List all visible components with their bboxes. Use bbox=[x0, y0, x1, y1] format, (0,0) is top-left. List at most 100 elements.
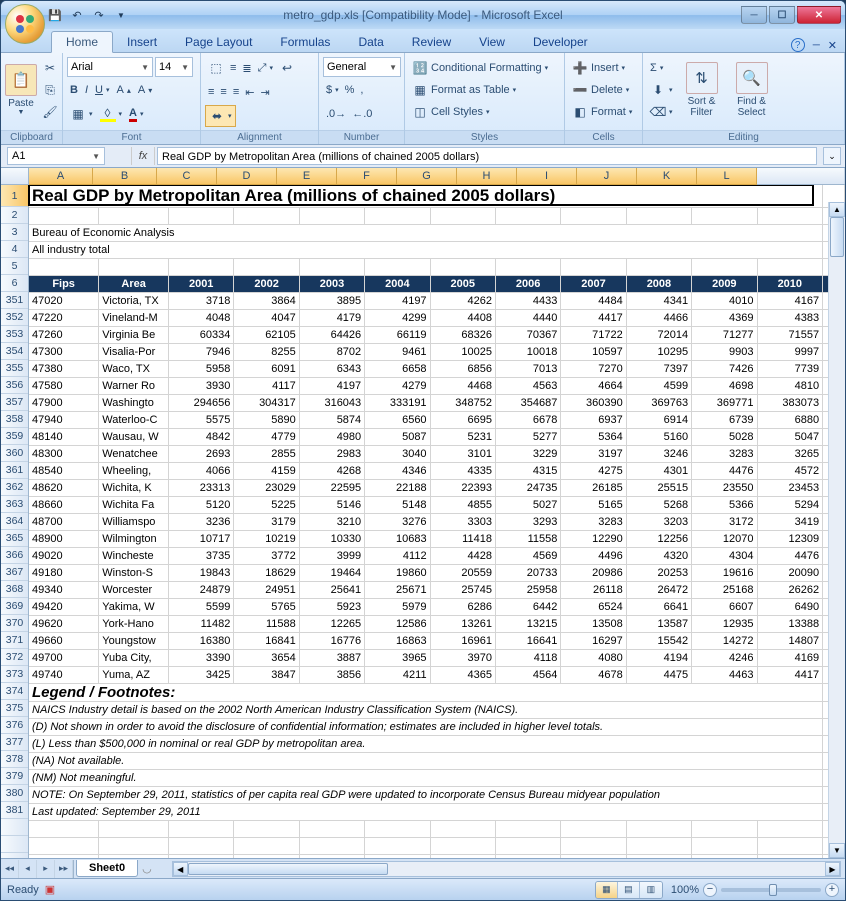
data-cell[interactable]: 20733 bbox=[495, 564, 560, 581]
data-cell[interactable]: 6524 bbox=[561, 598, 626, 615]
row-header[interactable]: 378 bbox=[1, 751, 28, 768]
cut-button[interactable]: ✂ bbox=[39, 57, 61, 79]
data-cell[interactable]: 4484 bbox=[561, 292, 626, 309]
sort-filter-button[interactable]: ⇅ Sort & Filter bbox=[678, 57, 726, 123]
formula-bar[interactable]: Real GDP by Metropolitan Area (millions … bbox=[157, 147, 817, 165]
table-header[interactable]: 2009 bbox=[692, 275, 757, 292]
row-header[interactable]: 362 bbox=[1, 479, 28, 496]
data-cell[interactable]: 6880 bbox=[757, 411, 823, 428]
data-cell[interactable]: 25168 bbox=[692, 581, 757, 598]
data-cell[interactable]: 13587 bbox=[626, 615, 691, 632]
data-cell[interactable]: 5165 bbox=[561, 496, 626, 513]
page-break-view-button[interactable]: ▥ bbox=[640, 882, 662, 898]
data-cell[interactable]: 3040 bbox=[365, 445, 430, 462]
data-cell[interactable]: Visalia-Por bbox=[99, 343, 169, 360]
data-cell[interactable]: 5047 bbox=[757, 428, 823, 445]
row-header[interactable]: 4 bbox=[1, 241, 28, 258]
sheet-tab-sheet0[interactable]: Sheet0 bbox=[76, 860, 138, 877]
data-cell[interactable]: Winston-S bbox=[99, 564, 169, 581]
data-cell[interactable]: 4262 bbox=[430, 292, 495, 309]
row-header[interactable] bbox=[1, 836, 28, 853]
data-cell[interactable]: 25958 bbox=[495, 581, 560, 598]
data-cell[interactable]: 4010 bbox=[692, 292, 757, 309]
data-cell[interactable]: 48620 bbox=[29, 479, 99, 496]
data-cell[interactable]: 48700 bbox=[29, 513, 99, 530]
data-cell[interactable]: 12309 bbox=[757, 530, 823, 547]
wrap-text-button[interactable]: ↩ bbox=[276, 57, 298, 79]
data-cell[interactable]: 4197 bbox=[365, 292, 430, 309]
data-cell[interactable]: 4112 bbox=[365, 547, 430, 564]
data-cell[interactable]: 4315 bbox=[495, 462, 560, 479]
data-cell[interactable]: 19843 bbox=[169, 564, 234, 581]
data-cell[interactable]: 3210 bbox=[299, 513, 364, 530]
data-cell[interactable]: 5146 bbox=[299, 496, 364, 513]
data-cell[interactable]: 16380 bbox=[169, 632, 234, 649]
industry-cell[interactable]: All industry total bbox=[29, 241, 823, 258]
data-cell[interactable]: 369771 bbox=[692, 394, 757, 411]
data-cell[interactable]: Wichita, K bbox=[99, 479, 169, 496]
data-cell[interactable]: 24879 bbox=[169, 581, 234, 598]
data-cell[interactable]: 4301 bbox=[626, 462, 691, 479]
new-sheet-button[interactable]: ◡ bbox=[142, 862, 152, 875]
data-cell[interactable]: 49020 bbox=[29, 547, 99, 564]
data-cell[interactable]: 4279 bbox=[365, 377, 430, 394]
data-cell[interactable]: 11588 bbox=[234, 615, 299, 632]
data-cell[interactable]: 48300 bbox=[29, 445, 99, 462]
data-cell[interactable]: 25671 bbox=[365, 581, 430, 598]
title-cell[interactable]: Real GDP by Metropolitan Area (millions … bbox=[29, 185, 823, 207]
row-header[interactable]: 369 bbox=[1, 598, 28, 615]
table-header[interactable]: 2007 bbox=[561, 275, 626, 292]
scroll-left-button[interactable]: ◀ bbox=[173, 862, 188, 876]
table-header[interactable]: 2003 bbox=[299, 275, 364, 292]
border-button[interactable]: ▦▾ bbox=[67, 103, 96, 125]
footnote-cell[interactable]: (L) Less than $500,000 in nominal or rea… bbox=[29, 735, 823, 752]
data-cell[interactable]: 4440 bbox=[495, 309, 560, 326]
data-cell[interactable]: 26472 bbox=[626, 581, 691, 598]
data-cell[interactable]: 20559 bbox=[430, 564, 495, 581]
data-cell[interactable]: 10683 bbox=[365, 530, 430, 547]
find-select-button[interactable]: 🔍 Find & Select bbox=[728, 57, 776, 123]
data-cell[interactable]: 6286 bbox=[430, 598, 495, 615]
data-cell[interactable]: 48540 bbox=[29, 462, 99, 479]
data-cell[interactable]: 23313 bbox=[169, 479, 234, 496]
data-cell[interactable]: 6739 bbox=[692, 411, 757, 428]
data-cell[interactable]: 4194 bbox=[626, 649, 691, 666]
data-cell[interactable]: 6343 bbox=[299, 360, 364, 377]
data-cell[interactable]: 4563 bbox=[495, 377, 560, 394]
table-header[interactable]: 2005 bbox=[430, 275, 495, 292]
row-header[interactable]: 352 bbox=[1, 309, 28, 326]
data-cell[interactable]: 4335 bbox=[430, 462, 495, 479]
maximize-button[interactable]: ☐ bbox=[769, 6, 795, 24]
data-cell[interactable]: 4698 bbox=[692, 377, 757, 394]
clear-button[interactable]: ⌫▾ bbox=[647, 101, 676, 123]
data-cell[interactable]: Wausau, W bbox=[99, 428, 169, 445]
data-cell[interactable]: 6490 bbox=[757, 598, 823, 615]
insert-cells-button[interactable]: ➕Insert▾ bbox=[569, 57, 628, 79]
data-cell[interactable]: Victoria, TX bbox=[99, 292, 169, 309]
data-cell[interactable]: 10597 bbox=[561, 343, 626, 360]
data-cell[interactable]: 4599 bbox=[626, 377, 691, 394]
data-cell[interactable]: 4304 bbox=[692, 547, 757, 564]
name-box[interactable]: A1▼ bbox=[7, 147, 105, 165]
data-cell[interactable]: 66119 bbox=[365, 326, 430, 343]
data-cell[interactable]: 4080 bbox=[561, 649, 626, 666]
horizontal-scrollbar[interactable]: ◀ ▶ bbox=[172, 861, 841, 877]
data-cell[interactable]: 294656 bbox=[169, 394, 234, 411]
align-bottom-button[interactable]: ≣ bbox=[239, 57, 254, 79]
zoom-slider-thumb[interactable] bbox=[769, 884, 777, 896]
data-cell[interactable]: 72014 bbox=[626, 326, 691, 343]
qat-customize-icon[interactable]: ▼ bbox=[111, 5, 131, 25]
scroll-down-button[interactable]: ▼ bbox=[829, 843, 845, 858]
table-header[interactable]: Fips bbox=[29, 275, 99, 292]
data-cell[interactable]: 3101 bbox=[430, 445, 495, 462]
data-cell[interactable]: 16776 bbox=[299, 632, 364, 649]
data-cell[interactable]: 6914 bbox=[626, 411, 691, 428]
data-cell[interactable]: 8702 bbox=[299, 343, 364, 360]
data-cell[interactable]: 5958 bbox=[169, 360, 234, 377]
save-icon[interactable]: 💾 bbox=[45, 5, 65, 25]
data-cell[interactable]: 4463 bbox=[692, 666, 757, 683]
data-cell[interactable]: 4476 bbox=[692, 462, 757, 479]
data-cell[interactable]: 3293 bbox=[495, 513, 560, 530]
delete-cells-button[interactable]: ➖Delete▾ bbox=[569, 79, 632, 101]
data-cell[interactable]: 11558 bbox=[495, 530, 560, 547]
